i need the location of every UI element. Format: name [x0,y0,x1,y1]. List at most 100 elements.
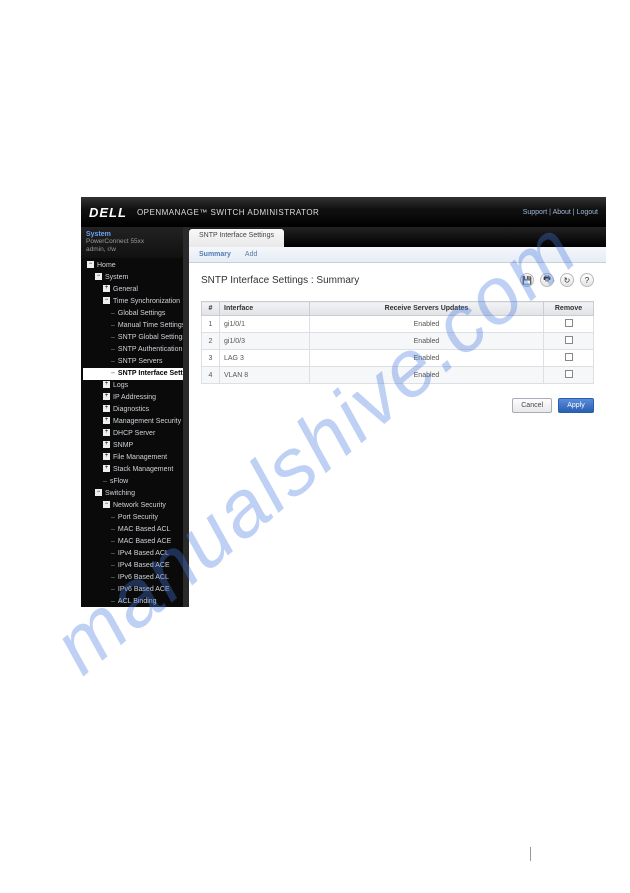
nav-item[interactable]: +DHCP Server [83,428,183,440]
cell-num: 4 [202,367,220,384]
collapse-icon[interactable]: − [87,261,94,268]
nav-item[interactable]: IPv6 Based ACE [83,584,183,596]
content-area: SNTP Interface Settings : Summary 💾 🖶 ↻ … [189,263,606,607]
cell-interface: gi1/0/1 [220,316,310,333]
remove-checkbox[interactable] [565,319,573,327]
subtab-summary[interactable]: Summary [199,251,231,258]
col-interface: Interface [220,302,310,316]
cell-receive: Enabled [310,350,544,367]
cell-interface: LAG 3 [220,350,310,367]
nav-item-label: sFlow [110,478,128,485]
nav-item-label: SNTP Authentication [118,346,182,353]
page-title: SNTP Interface Settings : Summary [201,275,359,286]
nav-item-label: Manual Time Settings [118,322,183,329]
nav-item-label: Port Security [118,514,158,521]
help-icon[interactable]: ? [580,273,594,287]
nav-item[interactable]: +SNMP [83,440,183,452]
nav-item-label: IPv4 Based ACL [118,550,169,557]
cell-receive: Enabled [310,367,544,384]
nav-item[interactable]: −Network Security [83,500,183,512]
support-link[interactable]: Support [523,209,548,216]
expand-icon[interactable]: + [103,405,110,412]
col-num: # [202,302,220,316]
nav-item-label: Stack Management [113,466,173,473]
nav-item-label: Home [97,262,116,269]
expand-icon[interactable]: + [103,429,110,436]
nav-item-label: IP Addressing [113,394,156,401]
expand-icon[interactable]: + [103,381,110,388]
remove-checkbox[interactable] [565,370,573,378]
cell-remove [544,350,594,367]
collapse-icon[interactable]: − [103,501,110,508]
nav-item-label: SNTP Global Settings [118,334,183,341]
nav-item[interactable]: IPv4 Based ACE [83,560,183,572]
about-link[interactable]: About [553,209,571,216]
nav-item-label: MAC Based ACL [118,526,171,533]
device-model: PowerConnect 55xx [86,238,178,246]
apply-button[interactable]: Apply [558,398,594,413]
nav-item-label: General [113,286,138,293]
cell-interface: VLAN 8 [220,367,310,384]
logout-link[interactable]: Logout [577,209,598,216]
nav-item[interactable]: ACL Binding [83,596,183,607]
nav-item[interactable]: −Switching [83,488,183,500]
tab-sntp-interface[interactable]: SNTP Interface Settings [189,229,284,247]
nav-item[interactable]: +File Management [83,452,183,464]
expand-icon[interactable]: + [103,393,110,400]
table-row: 2gi1/0/3Enabled [202,333,594,350]
cell-num: 3 [202,350,220,367]
tab-bar: SNTP Interface Settings [189,227,606,247]
nav-item[interactable]: SNTP Interface Settings [83,368,183,380]
nav-item[interactable]: sFlow [83,476,183,488]
remove-checkbox[interactable] [565,336,573,344]
cell-remove [544,333,594,350]
nav-item[interactable]: IPv4 Based ACL [83,548,183,560]
nav-item[interactable]: +Diagnostics [83,404,183,416]
nav-item-label: System [105,274,128,281]
save-icon[interactable]: 💾 [520,273,534,287]
expand-icon[interactable]: + [103,441,110,448]
print-icon[interactable]: 🖶 [540,273,554,287]
collapse-icon[interactable]: − [103,297,110,304]
nav-item[interactable]: Manual Time Settings [83,320,183,332]
nav-item[interactable]: MAC Based ACE [83,536,183,548]
nav-item[interactable]: −System [83,272,183,284]
expand-icon[interactable]: + [103,285,110,292]
remove-checkbox[interactable] [565,353,573,361]
nav-item-label: Global Settings [118,310,165,317]
nav-item[interactable]: +IP Addressing [83,392,183,404]
nav-item[interactable]: −Home [83,260,183,272]
nav-item-label: Switching [105,490,135,497]
nav-item[interactable]: SNTP Authentication [83,344,183,356]
nav-item[interactable]: +Management Security [83,416,183,428]
nav-item[interactable]: +Logs [83,380,183,392]
collapse-icon[interactable]: − [95,489,102,496]
refresh-icon[interactable]: ↻ [560,273,574,287]
nav-tree: −Home−System+General−Time Synchronizatio… [81,258,183,607]
nav-item-label: Time Synchronization [113,298,180,305]
page-number-marker [530,847,540,861]
nav-item[interactable]: +Stack Management [83,464,183,476]
system-box: System PowerConnect 55xx admin, r/w [81,227,183,258]
cancel-button[interactable]: Cancel [512,398,552,413]
nav-item-label: SNTP Servers [118,358,163,365]
nav-item-label: ACL Binding [118,598,157,605]
nav-item[interactable]: −Time Synchronization [83,296,183,308]
dell-logo: DELL [89,205,127,220]
nav-item[interactable]: +General [83,284,183,296]
nav-item[interactable]: Global Settings [83,308,183,320]
expand-icon[interactable]: + [103,453,110,460]
collapse-icon[interactable]: − [95,273,102,280]
nav-item[interactable]: IPv6 Based ACL [83,572,183,584]
expand-icon[interactable]: + [103,465,110,472]
nav-item[interactable]: MAC Based ACL [83,524,183,536]
cell-interface: gi1/0/3 [220,333,310,350]
expand-icon[interactable]: + [103,417,110,424]
subtab-add[interactable]: Add [245,251,257,258]
nav-item[interactable]: SNTP Servers [83,356,183,368]
nav-item-label: File Management [113,454,167,461]
system-title: System [86,231,178,238]
nav-item-label: Diagnostics [113,406,149,413]
nav-item[interactable]: SNTP Global Settings [83,332,183,344]
nav-item[interactable]: Port Security [83,512,183,524]
